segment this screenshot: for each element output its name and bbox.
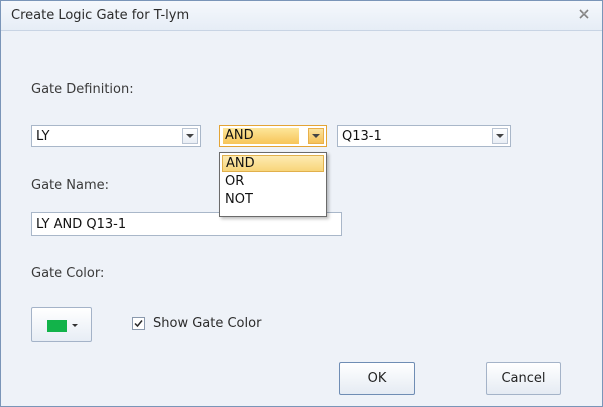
cancel-button[interactable]: Cancel — [486, 362, 561, 395]
show-gate-color-label[interactable]: Show Gate Color — [153, 316, 261, 331]
operator-option-or[interactable]: OR — [222, 173, 324, 190]
operator-option-and[interactable]: AND — [222, 155, 324, 172]
gate-definition-label: Gate Definition: — [31, 82, 134, 97]
left-operand-value: LY — [36, 129, 50, 144]
gate-name-label: Gate Name: — [31, 178, 109, 193]
chevron-down-icon — [312, 134, 320, 138]
operator-value: AND — [223, 128, 299, 144]
gate-color-label: Gate Color: — [31, 266, 105, 281]
chevron-down-icon — [496, 134, 504, 138]
operator-combo[interactable]: AND — [219, 125, 327, 147]
operator-option-not[interactable]: NOT — [222, 191, 324, 208]
color-swatch — [47, 320, 67, 332]
checkmark-icon — [134, 320, 143, 328]
close-icon[interactable] — [577, 7, 591, 21]
left-operand-dropdown-button[interactable] — [182, 128, 198, 144]
gate-color-picker-button[interactable] — [31, 307, 92, 342]
window-title: Create Logic Gate for T-lym — [11, 8, 190, 23]
ok-button[interactable]: OK — [339, 362, 415, 395]
operator-dropdown-list: AND OR NOT — [219, 152, 327, 217]
right-operand-combo[interactable]: Q13-1 — [337, 125, 511, 147]
operator-dropdown-button[interactable] — [308, 128, 324, 144]
show-gate-color-checkbox[interactable] — [132, 317, 145, 330]
chevron-down-icon — [72, 324, 78, 327]
right-operand-dropdown-button[interactable] — [492, 128, 508, 144]
create-logic-gate-dialog: Create Logic Gate for T-lym Gate Definit… — [0, 0, 603, 407]
chevron-down-icon — [186, 134, 194, 138]
left-operand-combo[interactable]: LY — [31, 125, 201, 147]
title-bar: Create Logic Gate for T-lym — [1, 1, 602, 31]
right-operand-value: Q13-1 — [342, 129, 382, 144]
